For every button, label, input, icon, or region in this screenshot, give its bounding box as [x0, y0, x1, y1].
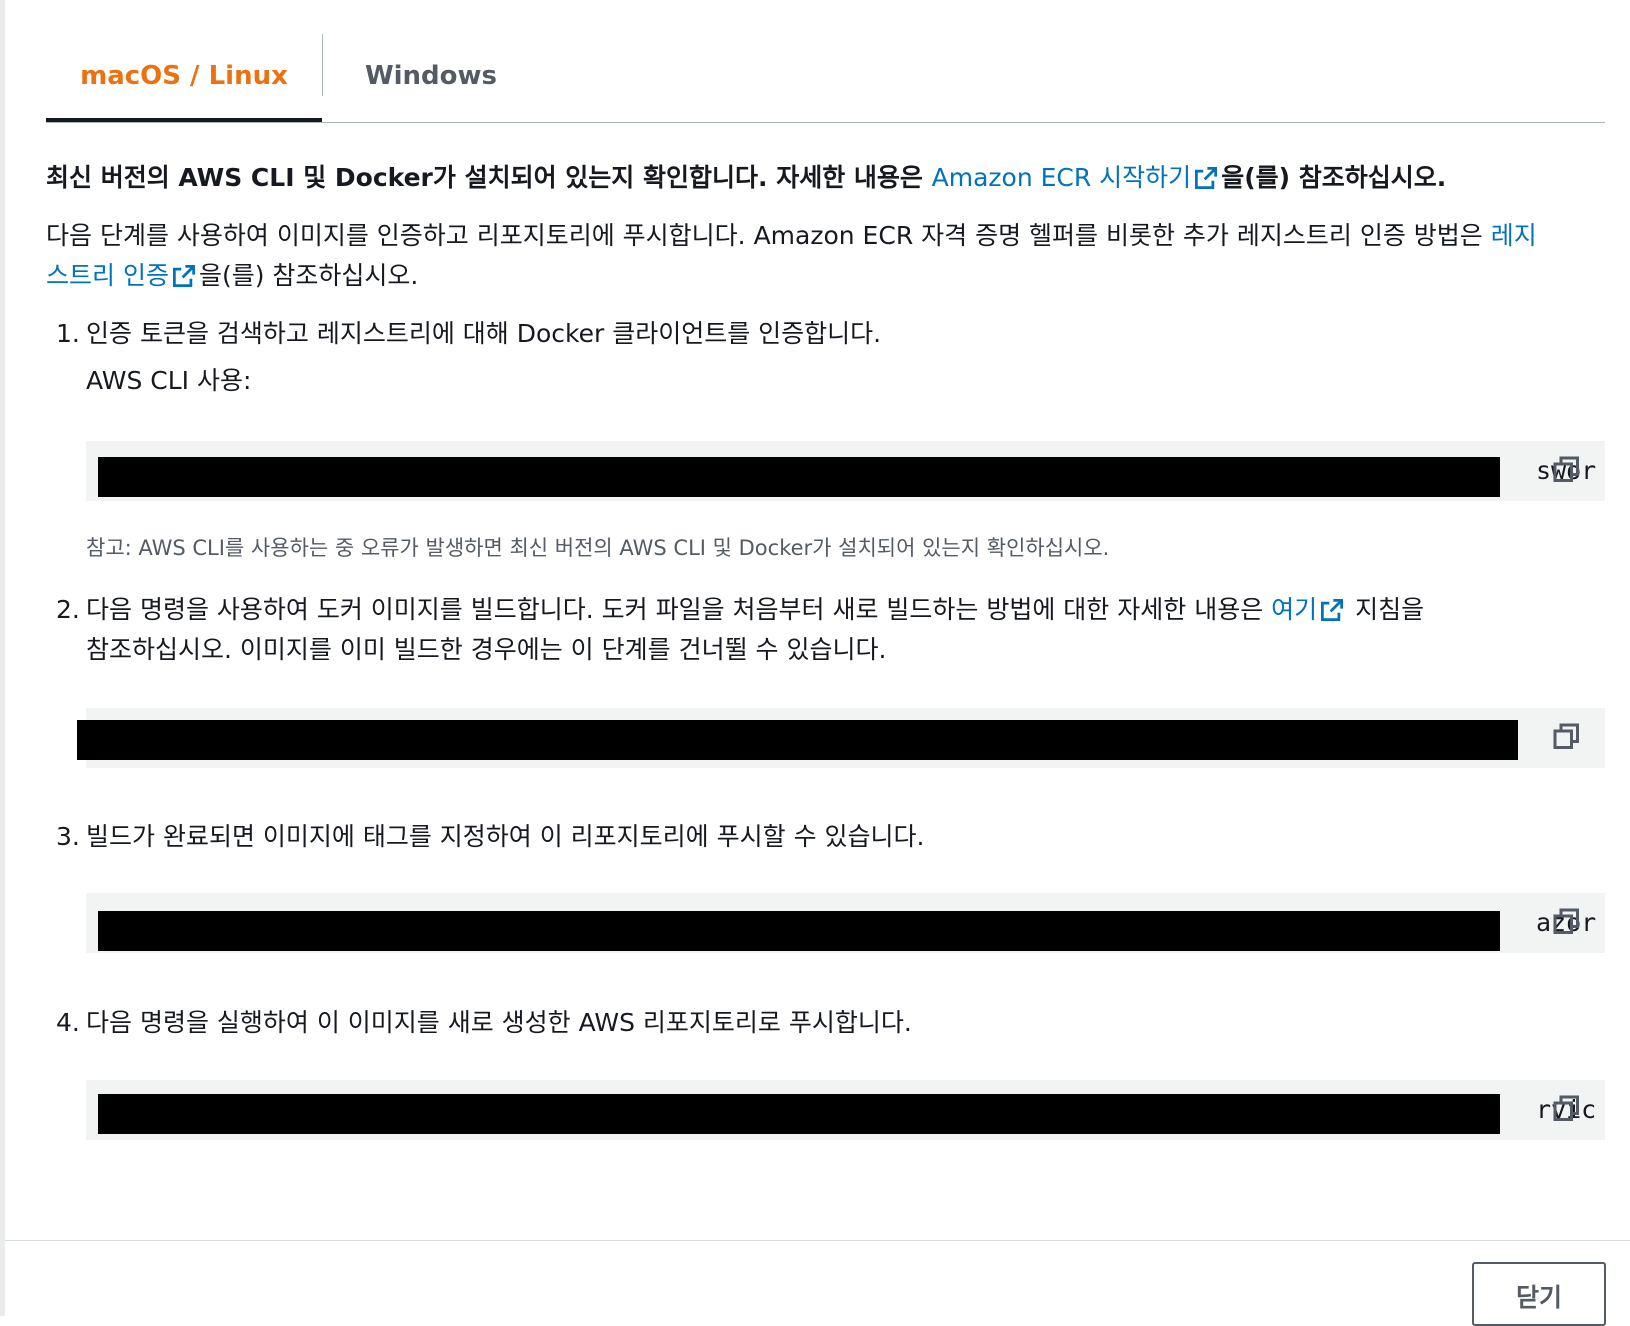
step-2-text-line2: 참조하십시오. 이미지를 이미 빌드한 경우에는 이 단계를 건너뛸 수 있습니…: [86, 635, 887, 664]
step-4-code-block: rvic: [86, 1080, 1605, 1140]
copy-icon[interactable]: [1552, 455, 1582, 485]
aws-cli-label: AWS CLI 사용:: [86, 366, 252, 395]
ecr-getting-started-link-label: Amazon ECR 시작하기: [931, 163, 1192, 192]
step-3-code-block: azor: [86, 893, 1605, 953]
step-1-code-block: swor: [86, 441, 1605, 501]
ecr-getting-started-link[interactable]: Amazon ECR 시작하기: [932, 163, 1222, 192]
redacted-command: [98, 911, 1500, 951]
step-1: 1. 인증 토큰을 검색하고 레지스트리에 대해 Docker 클라이언트를 인…: [56, 314, 1596, 354]
tab-divider: [322, 34, 323, 96]
dockerfile-guide-link-label: 여기: [1271, 595, 1318, 624]
intro-requirements: 최신 버전의 AWS CLI 및 Docker가 설치되어 있는지 확인합니다.…: [46, 158, 1606, 198]
step-3-text: 빌드가 완료되면 이미지에 태그를 지정하여 이 리포지토리에 푸시할 수 있습…: [86, 822, 925, 851]
modal-footer-divider: [5, 1240, 1630, 1241]
step-3: 3. 빌드가 완료되면 이미지에 태그를 지정하여 이 리포지토리에 푸시할 수…: [56, 817, 1596, 857]
step-1-note: 참고: AWS CLI를 사용하는 중 오류가 발생하면 최신 버전의 AWS …: [86, 536, 1110, 560]
tab-windows[interactable]: Windows: [336, 30, 526, 122]
redacted-command: [98, 457, 1500, 497]
intro-line1-text: 최신 버전의 AWS CLI 및 Docker가 설치되어 있는지 확인합니다.…: [46, 163, 932, 192]
external-link-icon: [1321, 599, 1344, 621]
tab-macos-linux[interactable]: macOS / Linux: [46, 30, 322, 122]
step-4-number: 4.: [56, 1008, 80, 1037]
intro-line2-text: 다음 단계를 사용하여 이미지를 인증하고 리포지토리에 푸시합니다. Amaz…: [46, 221, 1491, 250]
external-link-icon: [172, 265, 195, 287]
intro-line1-suffix: 을(를) 참조하십시오.: [1221, 163, 1447, 192]
copy-icon[interactable]: [1552, 722, 1582, 752]
step-1-number: 1.: [56, 319, 80, 348]
copy-icon[interactable]: [1552, 1094, 1582, 1124]
modal-left-border: [0, 0, 5, 1316]
step-2-text: 다음 명령을 사용하여 도커 이미지를 빌드합니다. 도커 파일을 처음부터 새…: [86, 590, 1596, 670]
step-3-number: 3.: [56, 822, 80, 851]
redacted-command: [98, 1094, 1500, 1134]
step-4: 4. 다음 명령을 실행하여 이 이미지를 새로 생성한 AWS 리포지토리로 …: [56, 1003, 1596, 1043]
copy-icon[interactable]: [1552, 907, 1582, 937]
external-link-icon: [1195, 167, 1218, 189]
os-tabs: macOS / Linux Windows: [46, 30, 1605, 123]
step-1-text: 인증 토큰을 검색하고 레지스트리에 대해 Docker 클라이언트를 인증합니…: [86, 319, 882, 348]
redacted-command: [77, 720, 1518, 760]
step-2-text-part1: 다음 명령을 사용하여 도커 이미지를 빌드합니다. 도커 파일을 처음부터 새…: [86, 595, 1272, 624]
intro-line2-suffix: 을(를) 참조하십시오.: [198, 261, 419, 290]
registry-auth-link-part2: 스트리 인증: [46, 261, 169, 290]
step-2: 2. 다음 명령을 사용하여 도커 이미지를 빌드합니다. 도커 파일을 처음부…: [56, 590, 1596, 670]
step-2-number: 2.: [56, 595, 80, 624]
registry-auth-link-part1: 레지: [1490, 221, 1537, 250]
step-4-text: 다음 명령을 실행하여 이 이미지를 새로 생성한 AWS 리포지토리로 푸시합…: [86, 1008, 912, 1037]
step-2-text-part2: 지침을: [1347, 595, 1425, 624]
intro-steps-description: 다음 단계를 사용하여 이미지를 인증하고 리포지토리에 푸시합니다. Amaz…: [46, 216, 1606, 296]
dockerfile-guide-link[interactable]: 여기: [1271, 595, 1347, 624]
close-button[interactable]: 닫기: [1472, 1262, 1606, 1326]
